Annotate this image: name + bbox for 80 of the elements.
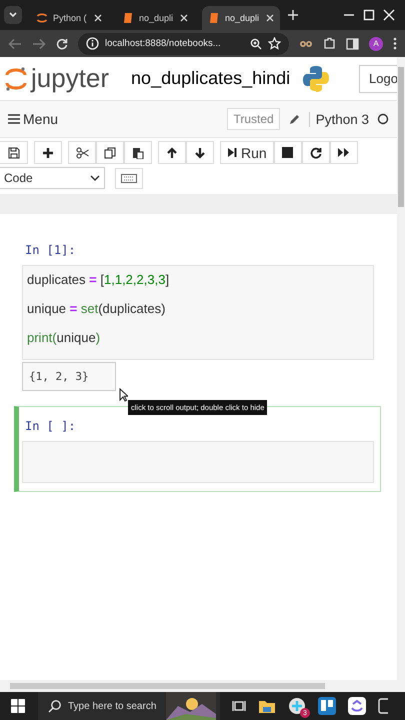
copy-button[interactable] — [96, 141, 124, 164]
jupyter-logo-icon — [5, 66, 27, 92]
back-icon[interactable] — [8, 38, 22, 50]
code-line: duplicates = [1,1,2,2,3,3] — [27, 272, 170, 287]
task-view-icon[interactable] — [232, 699, 246, 713]
menu-button[interactable]: Menu — [8, 111, 58, 127]
close-icon[interactable] — [266, 14, 274, 22]
book-icon — [208, 12, 220, 24]
jupyter-icon — [36, 12, 48, 24]
tab-list-button[interactable] — [4, 6, 22, 24]
profile-avatar[interactable]: A — [369, 36, 383, 50]
step-icon — [227, 147, 237, 158]
jupyter-logo-text[interactable]: jupyter — [31, 63, 110, 94]
puzzle-icon[interactable] — [323, 37, 336, 50]
star-icon[interactable] — [268, 37, 281, 50]
code-editor[interactable]: duplicates = [1,1,2,2,3,3] unique = set(duplicates) print(unique) — [22, 265, 374, 360]
reload-icon[interactable] — [56, 38, 68, 50]
address-field[interactable]: localhost:8888/notebooks... — [78, 32, 289, 54]
mouse-cursor-icon — [119, 388, 128, 402]
logout-button[interactable]: Logo — [359, 64, 397, 92]
kernel-idle-icon — [377, 113, 389, 125]
notebook-cell[interactable]: In [1]: duplicates = [1,1,2,2,3,3] unique = set(duplicates) print(unique) {1, 2, 3} — [14, 230, 381, 400]
board-icon[interactable] — [318, 697, 336, 715]
browser-tab[interactable]: no_dupli — [202, 6, 280, 30]
browser-tab[interactable]: Python ( — [30, 6, 108, 30]
cell-type-select[interactable]: Code — [0, 167, 105, 189]
close-icon[interactable] — [94, 14, 102, 22]
plus-icon — [42, 146, 54, 158]
search-icon[interactable] — [48, 699, 62, 713]
sidebar-icon[interactable] — [346, 38, 359, 50]
app-icon[interactable] — [348, 697, 366, 715]
insert-cell-button[interactable] — [34, 141, 62, 164]
output-text[interactable]: {1, 2, 3} — [22, 362, 116, 391]
zoom-icon[interactable] — [250, 38, 262, 50]
app-icon[interactable] — [288, 697, 306, 715]
keyboard-button[interactable] — [115, 168, 143, 188]
copy-icon — [104, 146, 116, 158]
stop-icon — [282, 147, 294, 158]
taskbar-search-field[interactable]: Type here to search — [68, 700, 160, 712]
info-icon[interactable] — [86, 37, 99, 50]
stop-button[interactable] — [274, 141, 302, 164]
move-down-button[interactable] — [186, 141, 214, 164]
fast-forward-icon — [337, 147, 350, 158]
code-line: unique = set(duplicates) — [27, 301, 166, 316]
forward-icon[interactable] — [32, 38, 46, 50]
folder-icon[interactable] — [258, 698, 276, 714]
windows-start-icon[interactable] — [10, 698, 26, 714]
arrow-up-icon — [166, 146, 178, 158]
cut-button[interactable] — [68, 141, 96, 164]
chevron-down-icon — [90, 174, 100, 182]
menu-icon — [8, 114, 20, 124]
move-up-button[interactable] — [158, 141, 186, 164]
input-prompt: In [1]: — [24, 242, 77, 259]
notebook-title[interactable]: no_duplicates_hindi — [131, 68, 290, 89]
book-icon — [122, 12, 134, 24]
chevron-down-icon — [8, 11, 18, 19]
close-icon[interactable] — [180, 14, 188, 22]
pencil-icon[interactable] — [288, 112, 301, 126]
kernel-name[interactable]: Python 3 — [308, 112, 369, 126]
arrow-down-icon — [194, 146, 206, 158]
more-icon[interactable] — [393, 37, 397, 50]
run-all-button[interactable] — [330, 141, 358, 164]
trusted-indicator[interactable]: Trusted — [227, 108, 280, 130]
code-line: print(unique) — [27, 330, 102, 345]
vertical-scrollbar[interactable] — [397, 57, 405, 680]
paste-icon — [132, 146, 144, 158]
save-button[interactable] — [0, 141, 28, 164]
run-button[interactable]: Run — [220, 141, 274, 164]
python-logo-icon — [302, 64, 330, 92]
browser-tab[interactable]: no_dupli — [116, 6, 194, 30]
restart-button[interactable] — [302, 141, 330, 164]
maximize-icon[interactable] — [363, 9, 375, 21]
input-prompt: In [ ]: — [24, 418, 77, 435]
paste-button[interactable] — [124, 141, 152, 164]
restart-icon — [310, 146, 322, 158]
new-tab-icon[interactable] — [288, 10, 298, 20]
scissors-icon — [76, 146, 88, 158]
save-icon — [8, 146, 20, 158]
horizontal-scrollbar[interactable] — [0, 680, 405, 692]
keyboard-icon — [121, 174, 137, 182]
